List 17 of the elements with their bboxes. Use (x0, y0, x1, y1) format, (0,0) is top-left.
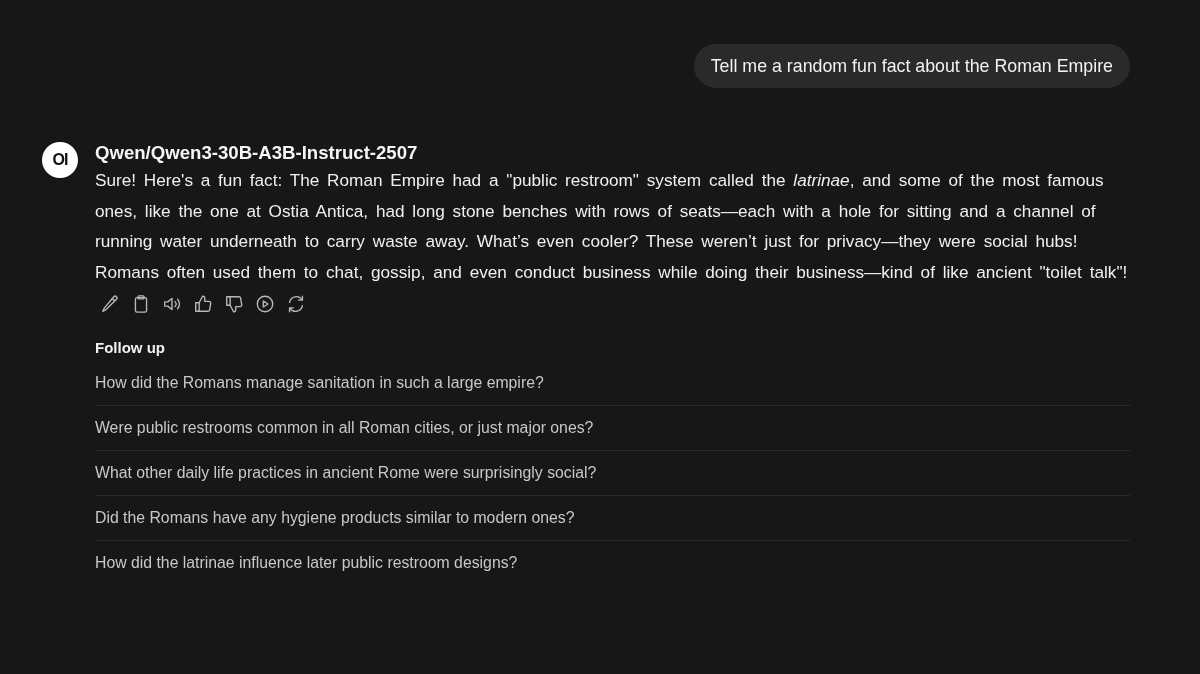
speaker-icon[interactable] (163, 295, 181, 313)
model-name: Qwen/Qwen3-30B-A3B-Instruct-2507 (95, 142, 419, 164)
thumbs-up-icon[interactable] (194, 295, 212, 313)
follow-up-suggestion[interactable]: What other daily life practices in ancient Rome were surprisingly social? (95, 464, 597, 482)
pencil-icon[interactable] (101, 295, 119, 313)
assistant-message: Sure! Here's a fun fact: The Roman Empire had a "public restroom" system called the latrinae, and some of the most famous ones, like the one at Ostia Antica, had long stone benches with rows of seats—each with a hole for sitting and a channel of running water underneath to carry waste away. What’s even cooler? These weren’t just for privacy—they were social hubs! Romans often used them to chat, gossip, and even conduct business while doing their business—kind of like ancient "toilet talk"! (95, 169, 1129, 284)
clipboard-icon[interactable] (132, 295, 150, 313)
refresh-icon[interactable] (287, 295, 305, 313)
assistant-avatar: OI (42, 142, 78, 178)
follow-up-suggestion[interactable]: Did the Romans have any hygiene products similar to modern ones? (95, 509, 575, 527)
user-message-bubble: Tell me a random fun fact about the Roman Empire (693, 44, 1130, 88)
follow-up-suggestion[interactable]: How did the latrinae influence later public restroom designs? (95, 554, 518, 572)
follow-up-heading: Follow up (95, 338, 166, 358)
thumbs-down-icon[interactable] (225, 295, 243, 313)
play-circle-icon[interactable] (256, 295, 274, 313)
follow-up-suggestion[interactable]: How did the Romans manage sanitation in such a large empire? (95, 374, 544, 392)
follow-up-suggestion[interactable]: Were public restrooms common in all Roman cities, or just major ones? (95, 419, 594, 437)
